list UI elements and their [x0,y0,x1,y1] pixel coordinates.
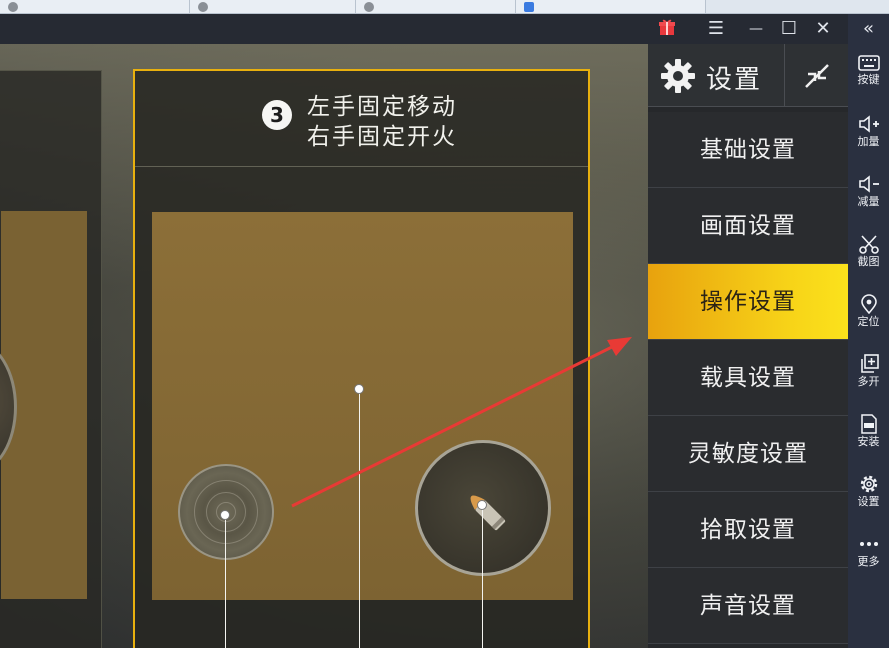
menu-item-graphics[interactable]: 画面设置 [648,188,848,264]
menu-item-basic[interactable]: 基础设置 [648,112,848,188]
emulator-sidebar: « 按键 加量 减量 截图 定位 多开 安装 设置 更多 [848,14,889,648]
sidebar-item-label: 安装 [857,435,880,448]
sidebar-item-label: 按键 [857,73,880,86]
sidebar-item-settings[interactable]: 设置 [848,474,889,534]
location-pin-icon [860,294,877,314]
menu-item-controls[interactable]: 操作设置 [648,264,848,340]
maximize-button[interactable]: ☐ [776,17,802,41]
sidebar-item-multi-instance[interactable]: 多开 [848,354,889,414]
sidebar-item-location[interactable]: 定位 [848,294,889,354]
sidebar-item-volume-up[interactable]: 加量 [848,114,889,174]
browser-tab[interactable] [516,0,706,13]
guide-line [482,505,483,648]
sidebar-item-label: 更多 [857,555,880,568]
gear-icon [860,475,877,493]
tab-favicon-icon [364,2,374,12]
guide-dot [220,510,230,520]
mode-line-1: 左手固定移动 [307,94,457,120]
sidebar-item-label: 多开 [857,375,880,388]
menu-button[interactable]: ☰ [703,17,729,41]
menu-item-pickup[interactable]: 拾取设置 [648,492,848,568]
guide-dot [477,500,487,510]
browser-tab[interactable] [0,0,190,13]
multi-window-icon [860,354,879,373]
close-button[interactable]: ✕ [810,17,836,41]
scissors-icon [858,235,879,254]
guide-line [225,515,226,648]
settings-close-button[interactable] [784,44,848,106]
tab-favicon-icon [198,2,208,12]
mode-line-2: 右手固定开火 [307,124,457,150]
gear-icon [661,59,695,93]
tab-favicon-icon [8,2,18,12]
menu-item-sensitivity[interactable]: 灵敏度设置 [648,416,848,492]
volume-down-icon [858,175,879,193]
card-divider [135,166,588,167]
sidebar-item-label: 减量 [857,195,880,208]
sidebar-item-label: 加量 [857,135,880,148]
mode-card-selected[interactable]: 3 左手固定移动 右手固定开火 [133,69,590,648]
browser-tab-strip [0,0,889,14]
menu-item-audio[interactable]: 声音设置 [648,568,848,644]
mode-number-badge: 3 [262,100,292,130]
sidebar-collapse-button[interactable]: « [848,14,889,44]
settings-title: 设置 [706,65,763,95]
guide-line [359,389,360,648]
sidebar-item-label: 截图 [857,255,880,268]
guide-dot [354,384,364,394]
settings-header: 设置 [648,44,848,107]
settings-panel: 设置 基础设置 画面设置 操作设置 载具设置 灵敏度设置 拾取设置 声音设置 [648,44,848,648]
sidebar-item-keymap[interactable]: 按键 [848,54,889,114]
mode-card-partial[interactable] [0,70,102,648]
sidebar-item-screenshot[interactable]: 截图 [848,234,889,294]
sidebar-item-install[interactable]: 安装 [848,414,889,474]
tab-favicon-icon [524,2,534,12]
sidebar-item-volume-down[interactable]: 减量 [848,174,889,234]
more-dots-icon [859,542,878,546]
browser-tab[interactable] [356,0,516,13]
collapse-arrows-icon [805,64,829,88]
emulator-titlebar: ☰ — ☐ ✕ [0,14,848,44]
sidebar-item-label: 设置 [857,495,880,508]
keyboard-icon [857,55,880,71]
minimize-button[interactable]: — [743,17,769,41]
browser-tab[interactable] [190,0,356,13]
sidebar-item-more[interactable]: 更多 [848,534,889,594]
menu-item-vehicle[interactable]: 载具设置 [648,340,848,416]
gift-icon[interactable] [658,18,676,36]
apk-install-icon [860,414,877,434]
sidebar-item-label: 定位 [857,315,880,328]
volume-up-icon [858,115,879,133]
emulator-window: ☰ — ☐ ✕ 3 左手固定移动 右手固定开火 设置 基础设置 画面设置 操作设… [0,0,889,648]
